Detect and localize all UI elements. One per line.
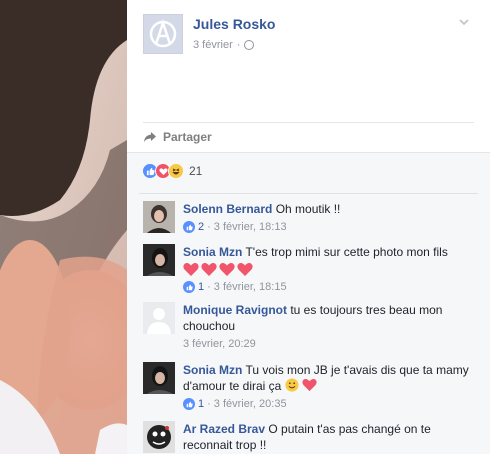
comment-timestamp[interactable]: 3 février, 18:13 (214, 219, 287, 235)
post-photo[interactable] (0, 0, 127, 454)
commenter-name[interactable]: Sonia Mzn (183, 363, 242, 377)
post-panel: Jules Rosko 3 février · Partager 21 Sole… (127, 0, 490, 454)
heart-icon (237, 263, 253, 276)
post-author-name[interactable]: Jules Rosko (193, 16, 275, 32)
emoji-row (183, 262, 480, 277)
share-label: Partager (163, 130, 212, 144)
post-meta: 3 février · (193, 39, 255, 51)
smile-icon (285, 378, 299, 392)
baby-photo-image (0, 0, 127, 454)
commenter-name[interactable]: Sonia Mzn (183, 245, 242, 259)
avatar[interactable] (143, 201, 175, 233)
chevron-down-icon[interactable] (458, 16, 470, 28)
reactions-summary[interactable]: 21 (142, 163, 202, 179)
default-avatar[interactable] (143, 302, 175, 334)
reaction-count[interactable]: 21 (189, 164, 202, 178)
person-silhouette-icon (143, 302, 175, 334)
divider (139, 193, 478, 194)
avatar[interactable] (143, 244, 175, 276)
like-count[interactable]: 2 (198, 219, 204, 235)
haha-icon (168, 163, 184, 179)
comment-meta: 3 février, 20:29 (183, 336, 480, 352)
globe-icon (244, 40, 255, 50)
commenter-name[interactable]: Ar Razed Brav (183, 422, 265, 436)
like-icon (183, 221, 195, 233)
share-button[interactable]: Partager (143, 130, 212, 144)
comment-timestamp[interactable]: 3 février, 20:29 (183, 336, 256, 352)
comment-text: T'es trop mimi sur cette photo mon fils (245, 245, 448, 259)
post-header: Jules Rosko 3 février · (127, 0, 490, 120)
divider (143, 122, 474, 123)
like-icon (183, 281, 195, 293)
anarchy-logo-icon (149, 19, 177, 48)
comment-meta: 1 · 3 février, 20:35 (183, 396, 480, 412)
meta-separator: · (207, 221, 211, 233)
share-arrow-icon (144, 132, 156, 142)
heart-icon (219, 263, 235, 276)
heart-icon (201, 263, 217, 276)
meta-separator: · (207, 281, 211, 293)
avatar[interactable] (143, 362, 175, 394)
comment-meta: 2 · 3 février, 18:13 (183, 219, 480, 235)
like-count[interactable]: 1 (198, 396, 204, 412)
comment-timestamp[interactable]: 3 février, 20:35 (214, 396, 287, 412)
comments-section: 21 Solenn Bernard Oh moutik !! 2 · 3 fév… (127, 152, 490, 454)
heart-icon (302, 378, 317, 392)
meta-separator: · (236, 39, 241, 51)
post-date[interactable]: 3 février (193, 39, 233, 51)
comment-meta: 1 · 3 février, 18:15 (183, 279, 480, 295)
commenter-name[interactable]: Monique Ravignot (183, 303, 287, 317)
heart-icon (183, 263, 199, 276)
commenter-name[interactable]: Solenn Bernard (183, 202, 272, 216)
comment-timestamp[interactable]: 3 février, 18:15 (214, 279, 287, 295)
author-avatar[interactable] (143, 14, 183, 54)
meta-separator: · (207, 398, 211, 410)
like-count[interactable]: 1 (198, 279, 204, 295)
avatar[interactable] (143, 421, 175, 453)
comment-text: Oh moutik !! (275, 202, 341, 216)
like-icon (183, 398, 195, 410)
